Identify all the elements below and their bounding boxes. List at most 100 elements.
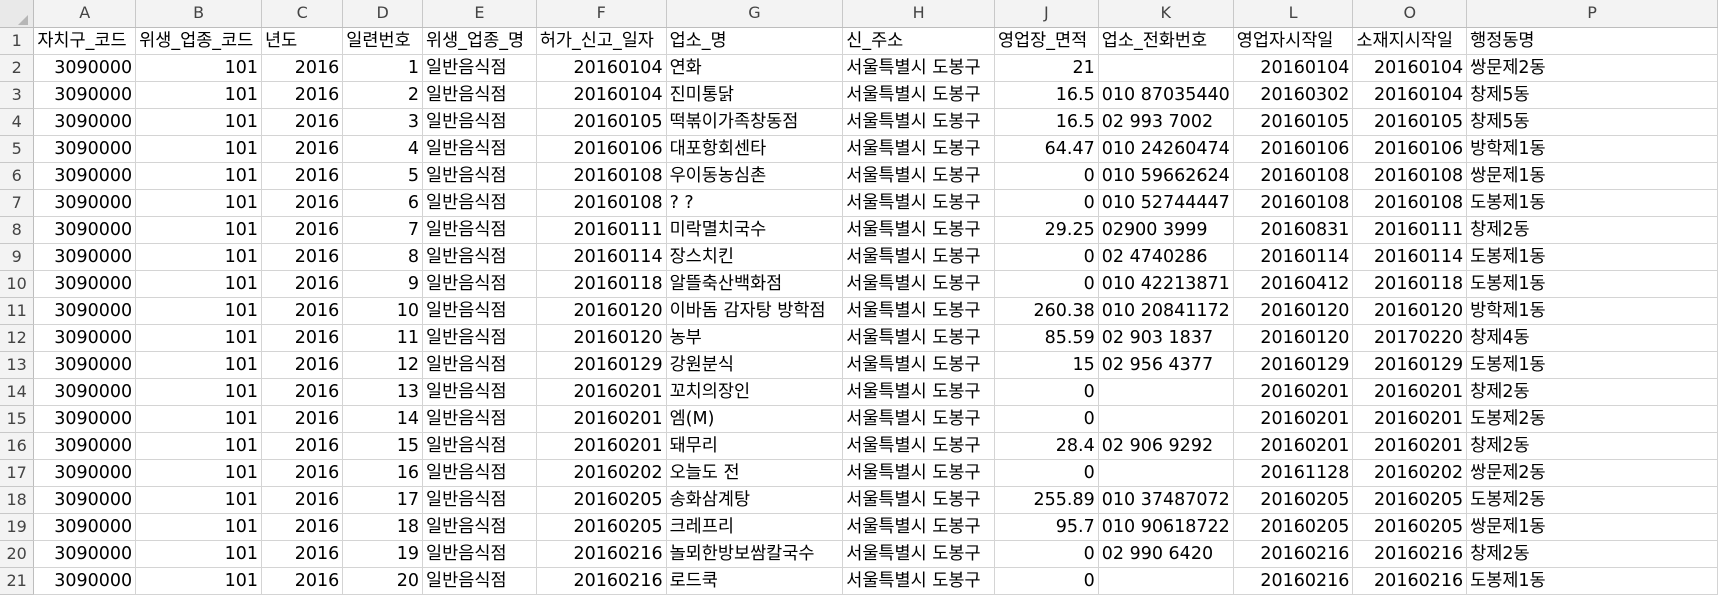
cell-o[interactable]: 20160111 [1352,216,1468,244]
cell-p[interactable]: 방학제1동 [1466,135,1718,163]
cell-c[interactable]: 2016 [261,432,344,460]
cell-header[interactable]: 년도 [261,27,344,55]
cell-j[interactable]: 0 [994,378,1099,406]
cell-b[interactable]: 101 [135,189,263,217]
column-header-k[interactable]: K [1098,0,1234,28]
cell-d[interactable]: 14 [342,405,424,433]
cell-header[interactable]: 업소_명 [666,27,844,55]
row-header[interactable]: 3 [0,81,35,109]
cell-g[interactable]: 농부 [666,324,844,352]
cell-c[interactable]: 2016 [261,459,344,487]
cell-e[interactable]: 일반음식점 [422,351,537,379]
cell-e[interactable]: 일반음식점 [422,135,537,163]
cell-a[interactable]: 3090000 [33,351,137,379]
cell-d[interactable]: 19 [342,540,424,568]
cell-p[interactable]: 방학제1동 [1466,297,1718,325]
cell-f[interactable]: 20160111 [536,216,667,244]
cell-e[interactable]: 일반음식점 [422,243,537,271]
cell-l[interactable]: 20160201 [1233,432,1354,460]
cell-l[interactable]: 20160216 [1233,567,1354,595]
cell-d[interactable]: 9 [342,270,424,298]
row-header[interactable]: 4 [0,108,35,136]
cell-d[interactable]: 4 [342,135,424,163]
cell-a[interactable]: 3090000 [33,405,137,433]
cell-o[interactable]: 20160201 [1352,405,1468,433]
cell-d[interactable]: 2 [342,81,424,109]
cell-g[interactable]: 오늘도 전 [666,459,844,487]
cell-l[interactable]: 20160831 [1233,216,1354,244]
row-header[interactable]: 18 [0,486,35,514]
cell-o[interactable]: 20160216 [1352,540,1468,568]
cell-g[interactable]: 꼬치의장인 [666,378,844,406]
cell-c[interactable]: 2016 [261,351,344,379]
cell-c[interactable]: 2016 [261,81,344,109]
cell-o[interactable]: 20160205 [1352,513,1468,541]
cell-f[interactable]: 20160105 [536,108,667,136]
cell-j[interactable]: 28.4 [994,432,1099,460]
cell-l[interactable]: 20160129 [1233,351,1354,379]
cell-e[interactable]: 일반음식점 [422,540,537,568]
cell-a[interactable]: 3090000 [33,243,137,271]
cell-b[interactable]: 101 [135,324,263,352]
cell-f[interactable]: 20160205 [536,513,667,541]
cell-e[interactable]: 일반음식점 [422,54,537,82]
row-header[interactable]: 6 [0,162,35,190]
row-header[interactable]: 19 [0,513,35,541]
cell-c[interactable]: 2016 [261,324,344,352]
cell-b[interactable]: 101 [135,162,263,190]
cell-o[interactable]: 20160201 [1352,432,1468,460]
cell-p[interactable]: 쌍문제1동 [1466,162,1718,190]
cell-j[interactable]: 16.5 [994,81,1099,109]
cell-k[interactable]: 02 956 4377 [1098,351,1234,379]
cell-g[interactable]: 알뜰축산백화점 [666,270,844,298]
cell-h[interactable]: 서울특별시 도봉구 [842,162,995,190]
cell-j[interactable]: 0 [994,270,1099,298]
cell-b[interactable]: 101 [135,459,263,487]
column-header-e[interactable]: E [422,0,537,28]
cell-c[interactable]: 2016 [261,189,344,217]
cell-k[interactable]: 010 20841172 [1098,297,1234,325]
cell-c[interactable]: 2016 [261,243,344,271]
row-header[interactable]: 8 [0,216,35,244]
cell-l[interactable]: 20160205 [1233,486,1354,514]
cell-b[interactable]: 101 [135,216,263,244]
cell-o[interactable]: 20160106 [1352,135,1468,163]
cell-header[interactable]: 영업자시작일 [1233,27,1354,55]
cell-h[interactable]: 서울특별시 도봉구 [842,81,995,109]
cell-f[interactable]: 20160104 [536,54,667,82]
cell-j[interactable]: 16.5 [994,108,1099,136]
cell-k[interactable]: 010 52744447 [1098,189,1234,217]
cell-f[interactable]: 20160104 [536,81,667,109]
row-header[interactable]: 20 [0,540,35,568]
cell-k[interactable] [1098,378,1234,406]
cell-b[interactable]: 101 [135,81,263,109]
cell-b[interactable]: 101 [135,540,263,568]
cell-b[interactable]: 101 [135,243,263,271]
cell-header[interactable]: 업소_전화번호 [1098,27,1234,55]
cell-f[interactable]: 20160114 [536,243,667,271]
cell-p[interactable]: 도봉제1동 [1466,243,1718,271]
cell-e[interactable]: 일반음식점 [422,162,537,190]
cell-a[interactable]: 3090000 [33,189,137,217]
cell-b[interactable]: 101 [135,513,263,541]
cell-g[interactable]: 크레프리 [666,513,844,541]
cell-k[interactable]: 010 90618722 [1098,513,1234,541]
column-header-j[interactable]: J [994,0,1099,28]
cell-header[interactable]: 일련번호 [342,27,424,55]
cell-l[interactable]: 20160201 [1233,405,1354,433]
cell-j[interactable]: 95.7 [994,513,1099,541]
cell-l[interactable]: 20160201 [1233,378,1354,406]
cell-d[interactable]: 16 [342,459,424,487]
cell-p[interactable]: 창제2동 [1466,216,1718,244]
cell-o[interactable]: 20160108 [1352,189,1468,217]
cell-j[interactable]: 15 [994,351,1099,379]
cell-k[interactable]: 010 87035440 [1098,81,1234,109]
cell-header[interactable]: 자치구_코드 [33,27,137,55]
row-header[interactable]: 5 [0,135,35,163]
cell-d[interactable]: 17 [342,486,424,514]
cell-j[interactable]: 0 [994,162,1099,190]
cell-f[interactable]: 20160201 [536,378,667,406]
cell-e[interactable]: 일반음식점 [422,81,537,109]
cell-header[interactable]: 위생_업종_명 [422,27,537,55]
cell-g[interactable]: 장스치킨 [666,243,844,271]
